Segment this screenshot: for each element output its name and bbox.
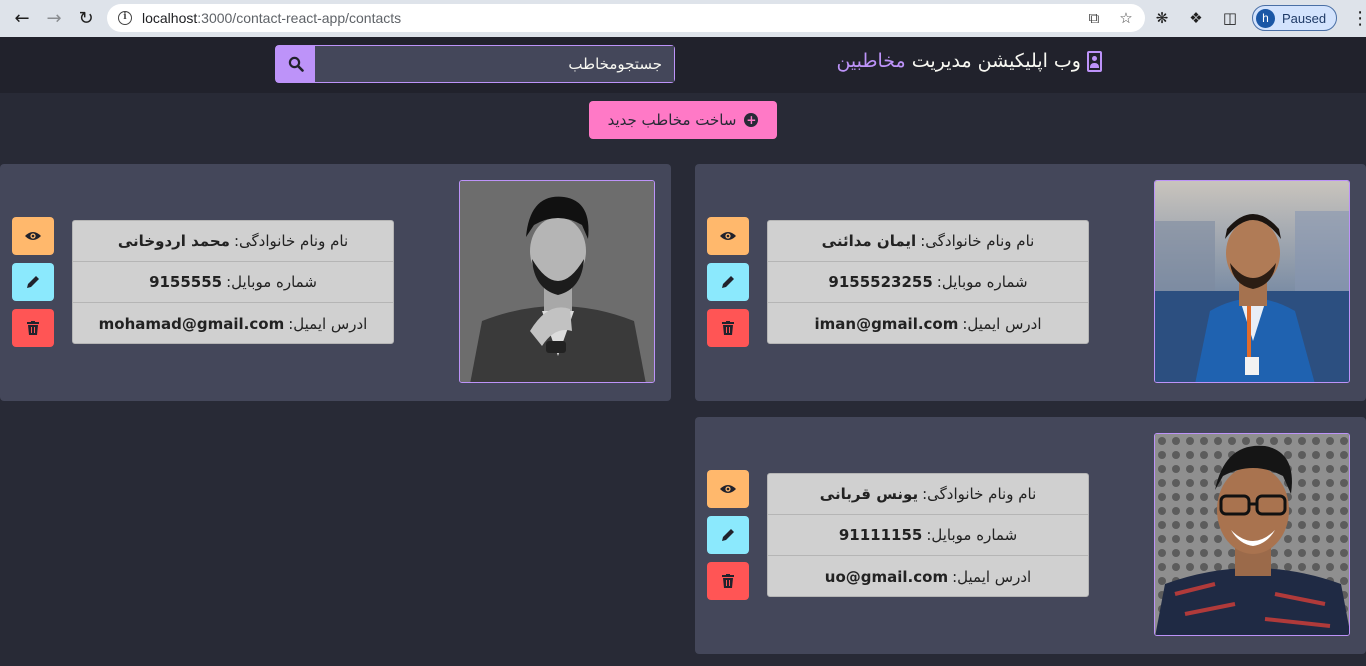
search-button[interactable] bbox=[276, 46, 315, 82]
browser-toolbar: ← → ↻ i localhost:3000/contact-react-app… bbox=[0, 0, 1366, 37]
profile-status: Paused bbox=[1282, 10, 1327, 26]
trash-icon bbox=[722, 574, 734, 588]
address-bar[interactable]: i localhost:3000/contact-react-app/conta… bbox=[107, 4, 1145, 32]
contact-card: نام ونام خانوادگی: محمد اردوخانی شماره م… bbox=[0, 164, 671, 401]
eye-icon bbox=[720, 232, 736, 240]
mobile-row: شماره موبایل: 9155523255 bbox=[768, 262, 1088, 303]
site-info-icon[interactable]: i bbox=[118, 11, 132, 25]
contact-actions bbox=[12, 217, 54, 355]
view-contact-button[interactable] bbox=[707, 217, 749, 255]
fullname-value: یونس قربانی bbox=[819, 485, 919, 503]
fullname-row: نام ونام خانوادگی: یونس قربانی bbox=[768, 474, 1088, 515]
email-row: ادرس ایمیل: mohamad@gmail.com bbox=[73, 303, 393, 344]
reload-icon[interactable]: ↻ bbox=[72, 5, 100, 33]
edit-contact-button[interactable] bbox=[707, 263, 749, 301]
email-label: ادرس ایمیل: bbox=[288, 314, 368, 333]
contact-details: نام ونام خانوادگی: یونس قربانی شماره موب… bbox=[767, 473, 1089, 597]
app-brand: وب اپلیکیشن مدیریت مخاطبین bbox=[836, 50, 1102, 72]
eye-icon bbox=[720, 485, 736, 493]
search-input[interactable] bbox=[315, 46, 674, 82]
fullname-value: ایمان مدائنی bbox=[821, 232, 917, 250]
view-contact-button[interactable] bbox=[12, 217, 54, 255]
mobile-row: شماره موبایل: 9155555 bbox=[73, 262, 393, 303]
app-navbar: وب اپلیکیشن مدیریت مخاطبین bbox=[0, 37, 1366, 93]
profile-avatar: h bbox=[1256, 8, 1275, 28]
contact-details: نام ونام خانوادگی: محمد اردوخانی شماره م… bbox=[72, 220, 394, 344]
bookmark-star-icon[interactable]: ☆ bbox=[1117, 9, 1135, 27]
fullname-value: محمد اردوخانی bbox=[117, 232, 230, 250]
contact-actions bbox=[707, 470, 749, 608]
url-text[interactable]: localhost:3000/contact-react-app/contact… bbox=[142, 10, 401, 26]
contact-card: نام ونام خانوادگی: ایمان مدائنی شماره مو… bbox=[695, 164, 1366, 401]
brand-text: وب اپلیکیشن مدیریت bbox=[911, 50, 1081, 72]
email-value: uo@gmail.com bbox=[824, 567, 949, 586]
pencil-icon bbox=[722, 529, 734, 541]
side-panel-icon[interactable]: ◫ bbox=[1218, 6, 1242, 30]
pencil-icon bbox=[722, 276, 734, 288]
mobile-label: شماره موبایل: bbox=[226, 273, 317, 291]
mobile-value: 9155555 bbox=[149, 273, 223, 291]
fullname-label: نام ونام خانوادگی: bbox=[233, 232, 349, 250]
pencil-icon bbox=[27, 276, 39, 288]
email-row: ادرس ایمیل: iman@gmail.com bbox=[768, 303, 1088, 344]
url-host: localhost bbox=[142, 10, 198, 26]
delete-contact-button[interactable] bbox=[707, 562, 749, 600]
view-contact-button[interactable] bbox=[707, 470, 749, 508]
man-grey-suit-photo bbox=[460, 181, 654, 382]
forward-arrow-icon[interactable]: → bbox=[40, 5, 68, 33]
contact-details: نام ونام خانوادگی: ایمان مدائنی شماره مو… bbox=[767, 220, 1089, 344]
brand-accent: مخاطبین bbox=[836, 50, 906, 72]
extension-loading-icon[interactable]: ❋ bbox=[1150, 6, 1174, 30]
fullname-row: نام ونام خانوادگی: محمد اردوخانی bbox=[73, 221, 393, 262]
mobile-value: 91111155 bbox=[838, 526, 923, 544]
man-glasses-photo bbox=[1155, 434, 1349, 635]
delete-contact-button[interactable] bbox=[707, 309, 749, 347]
new-contact-button[interactable]: + ساخت مخاطب جدید bbox=[589, 101, 777, 139]
edit-contact-button[interactable] bbox=[707, 516, 749, 554]
plus-circle-icon: + bbox=[744, 113, 759, 127]
eye-icon bbox=[25, 232, 41, 240]
mobile-label: شماره موبایل: bbox=[926, 526, 1018, 544]
mobile-value: 9155523255 bbox=[828, 273, 933, 291]
contact-photo bbox=[1154, 180, 1350, 383]
fullname-row: نام ونام خانوادگی: ایمان مدائنی bbox=[768, 221, 1088, 262]
url-path: :3000/contact-react-app/contacts bbox=[197, 10, 402, 26]
contact-photo bbox=[459, 180, 655, 383]
mobile-row: شماره موبایل: 91111155 bbox=[768, 515, 1088, 556]
fullname-label: نام ونام خانوادگی: bbox=[920, 232, 1035, 250]
man-blue-suit-photo bbox=[1155, 181, 1349, 382]
search-icon bbox=[288, 56, 304, 72]
delete-contact-button[interactable] bbox=[12, 309, 54, 347]
fullname-label: نام ونام خانوادگی: bbox=[922, 485, 1037, 503]
email-label: ادرس ایمیل: bbox=[952, 567, 1032, 586]
email-label: ادرس ایمیل: bbox=[962, 314, 1042, 333]
mobile-label: شماره موبایل: bbox=[936, 273, 1028, 291]
email-value: mohamad@gmail.com bbox=[98, 314, 285, 333]
new-contact-label: ساخت مخاطب جدید bbox=[607, 111, 737, 129]
share-icon[interactable]: ⧉ bbox=[1085, 9, 1103, 27]
search-box bbox=[275, 45, 675, 83]
extensions-puzzle-icon[interactable]: ❖ bbox=[1184, 6, 1208, 30]
email-value: iman@gmail.com bbox=[814, 314, 959, 333]
contact-actions bbox=[707, 217, 749, 355]
edit-contact-button[interactable] bbox=[12, 263, 54, 301]
profile-button[interactable]: h Paused bbox=[1252, 5, 1338, 31]
contact-card: نام ونام خانوادگی: یونس قربانی شماره موب… bbox=[695, 417, 1366, 654]
email-row: ادرس ایمیل: uo@gmail.com bbox=[768, 556, 1088, 597]
contact-photo bbox=[1154, 433, 1350, 636]
contact-card-icon bbox=[1087, 50, 1102, 72]
trash-icon bbox=[27, 321, 39, 335]
browser-menu-icon[interactable]: ⋮ bbox=[1351, 8, 1366, 29]
back-arrow-icon[interactable]: ← bbox=[8, 5, 36, 33]
trash-icon bbox=[722, 321, 734, 335]
